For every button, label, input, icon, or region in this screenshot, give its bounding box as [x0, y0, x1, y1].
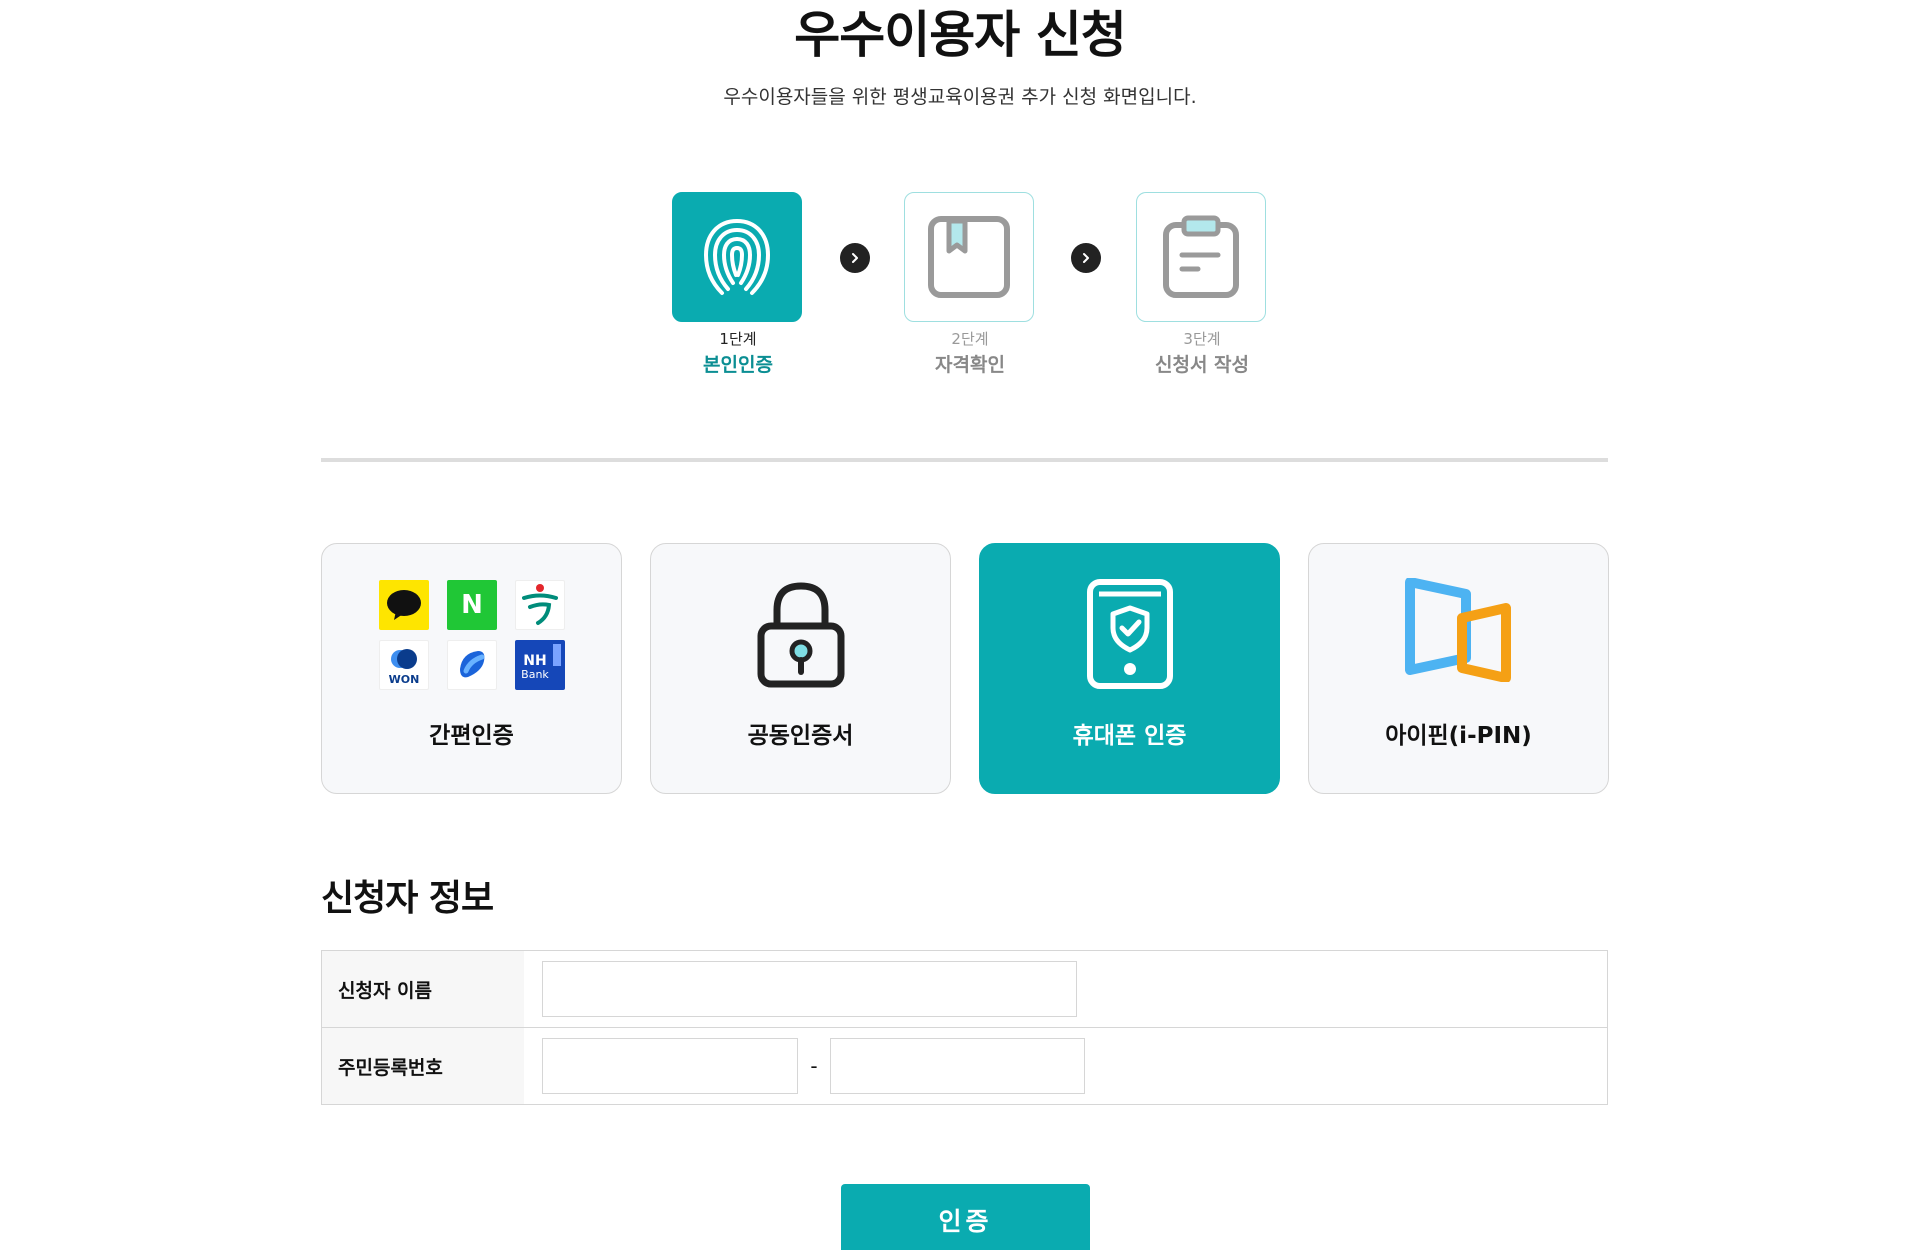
nh-bank-icon: NH Bank: [515, 640, 565, 690]
auth-method-phone-label: 휴대폰 인증: [1072, 723, 1187, 749]
toss-icon: [447, 640, 497, 690]
rrn-back-input[interactable]: [830, 1038, 1085, 1094]
woori-logo-text: WON: [389, 673, 420, 686]
form-row-name: 신청자 이름: [322, 951, 1607, 1028]
auth-method-certificate[interactable]: 공동인증서: [650, 543, 951, 794]
step-2-number: 2단계: [951, 330, 989, 348]
hana-bank-icon: [515, 580, 565, 630]
step-1: 1단계 본인인증: [672, 192, 804, 380]
chevron-right-icon: [840, 243, 870, 273]
step-3-label: 신청서 작성: [1154, 354, 1249, 376]
lock-icon: [757, 582, 844, 688]
divider: [321, 458, 1608, 462]
clipboard-icon: [1163, 215, 1239, 298]
verify-button[interactable]: 인증: [841, 1184, 1090, 1250]
name-label: 신청자 이름: [322, 951, 524, 1027]
ipin-icon: [1404, 578, 1511, 682]
phone-shield-icon: [1086, 579, 1173, 689]
nh-logo-subtext: Bank: [521, 668, 549, 681]
rrn-label: 주민등록번호: [322, 1028, 524, 1104]
kakao-icon: [379, 580, 429, 630]
section-title: 신청자 정보: [321, 878, 494, 919]
name-input[interactable]: [542, 961, 1077, 1017]
page-title: 우수이용자 신청: [794, 6, 1126, 64]
rrn-front-input[interactable]: [542, 1038, 798, 1094]
applicant-form: 신청자 이름 주민등록번호 -: [321, 950, 1608, 1105]
step-3-number: 3단계: [1183, 330, 1221, 348]
step-2: 2단계 자격확인: [904, 192, 1036, 380]
chevron-right-icon: [1071, 243, 1101, 273]
naver-icon: N: [447, 580, 497, 630]
step-progress: 1단계 본인인증 2단계 자격확인 3단계 신청서 작성: [0, 192, 1920, 392]
step-1-box: [672, 192, 802, 322]
auth-method-certificate-label: 공동인증서: [747, 723, 854, 749]
step-1-label: 본인인증: [703, 354, 773, 376]
bookmark-icon: [928, 216, 1010, 298]
page-subtitle: 우수이용자들을 위한 평생교육이용권 추가 신청 화면입니다.: [723, 86, 1197, 108]
auth-method-phone[interactable]: 휴대폰 인증: [979, 543, 1280, 794]
step-2-label: 자격확인: [935, 354, 1005, 376]
step-2-box: [904, 192, 1034, 322]
auth-method-ipin-label: 아이핀(i-PIN): [1385, 723, 1532, 749]
step-3-box: [1136, 192, 1266, 322]
fingerprint-icon: [703, 219, 771, 295]
auth-method-list: N WON NH Bank 간편인증 공동인증서 휴대폰 인증 아이핀(i-PI…: [321, 543, 1609, 795]
nh-logo-text: NH: [523, 653, 546, 669]
simple-auth-logos: N WON NH Bank: [379, 580, 567, 692]
step-3: 3단계 신청서 작성: [1136, 192, 1268, 380]
naver-logo-text: N: [461, 590, 483, 620]
step-1-number: 1단계: [719, 330, 757, 348]
auth-method-simple[interactable]: N WON NH Bank 간편인증: [321, 543, 622, 794]
rrn-separator: -: [810, 1054, 818, 1078]
auth-method-ipin[interactable]: 아이핀(i-PIN): [1308, 543, 1609, 794]
page: 우수이용자 신청 우수이용자들을 위한 평생교육이용권 추가 신청 화면입니다.: [0, 0, 1920, 1250]
auth-method-simple-label: 간편인증: [429, 723, 514, 749]
form-row-rrn: 주민등록번호 -: [322, 1028, 1607, 1104]
woori-won-icon: WON: [379, 640, 429, 690]
